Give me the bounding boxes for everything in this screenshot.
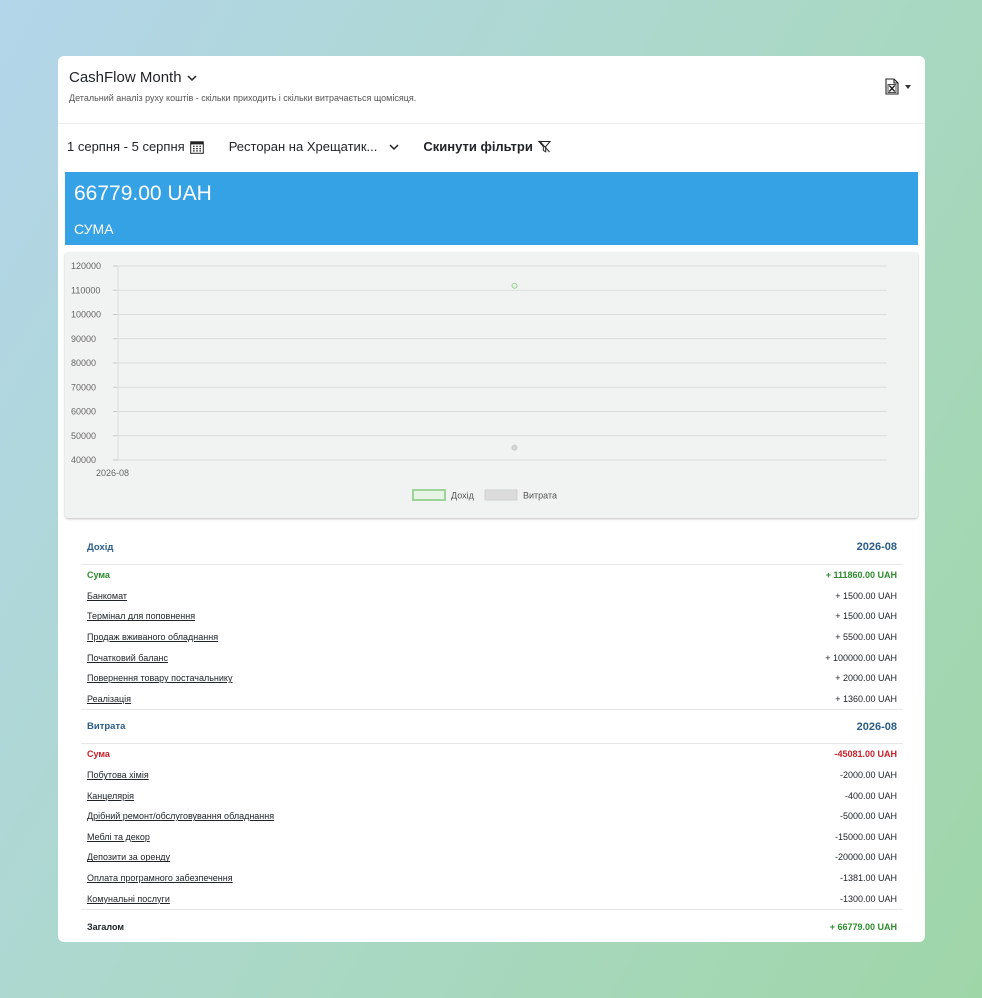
income-items: Банкомат + 1500.00 UAH Термінал для поповн… xyxy=(81,586,903,710)
total-summary-card: 66779.00 UAH СУМА xyxy=(65,172,918,245)
expense-item-value: -1300.00 UAH xyxy=(839,893,897,904)
expense-period: 2026-08 xyxy=(856,720,897,733)
income-sum-row: Сума + 111860.00 UAH xyxy=(81,565,903,586)
total-value: + 66779.00 UAH xyxy=(829,921,897,932)
expense-item-link[interactable]: Комунальні послуги xyxy=(87,894,170,904)
expense-item-row: Дрібний ремонт/обслуговування обладнання… xyxy=(81,806,903,827)
cashflow-chart: 120000 110000 100000 90000 80000 70000 60000 50… xyxy=(65,252,918,518)
income-item-value: + 1500.00 UAH xyxy=(835,611,897,622)
cashflow-report-table: Дохід 2026-08 Сума + 111860.00 UAH Банко… xyxy=(81,530,903,942)
income-title: Дохід xyxy=(87,541,114,553)
expense-item-link[interactable]: Депозити за оренду xyxy=(87,852,170,862)
restaurant-label: Ресторан на Хрещатик... xyxy=(228,139,378,154)
y-tick-label: 60000 xyxy=(71,407,96,417)
expense-item-link[interactable]: Канцелярія xyxy=(87,791,134,801)
expense-item-value: -1381.00 UAH xyxy=(839,873,897,884)
income-item-row: Початковий баланс + 100000.00 UAH xyxy=(81,647,903,668)
expense-item-value: -20000.00 UAH xyxy=(834,852,897,863)
expense-items: Побутова хімія -2000.00 UAH Канцелярія -400… xyxy=(81,765,903,909)
income-item-row: Реалізація + 1360.00 UAH xyxy=(81,689,903,710)
income-sum-label: Сума xyxy=(87,570,110,581)
expense-item-row: Побутова хімія -2000.00 UAH xyxy=(81,765,903,786)
income-item-row: Продаж вживаного обладнання + 5500.00 UAH xyxy=(81,627,903,648)
legend-swatch-income xyxy=(412,489,446,501)
income-item-link[interactable]: Банкомат xyxy=(87,591,127,601)
expense-item-value: -2000.00 UAH xyxy=(839,770,897,781)
expense-item-row: Канцелярія -400.00 UAH xyxy=(81,785,903,806)
total-row: Загалом + 66779.00 UAH xyxy=(81,908,903,942)
income-item-row: Повернення товару постачальнику + 2000.00… xyxy=(81,668,903,689)
chevron-down-icon xyxy=(389,143,399,150)
expense-section-header: Витрата 2026-08 xyxy=(81,709,903,745)
chevron-down-icon xyxy=(187,74,197,81)
filter-bar: 1 серпня - 5 серпня Ресторан на Хрещатик… xyxy=(67,139,551,154)
chart-svg: 120000 110000 100000 90000 80000 70000 60000 50… xyxy=(71,261,887,501)
expense-title: Витрата xyxy=(87,721,126,733)
expense-sum-label: Сума xyxy=(87,749,110,760)
excel-export-button[interactable] xyxy=(885,78,911,95)
legend-swatch-expense xyxy=(484,489,518,501)
total-label: Загалом xyxy=(87,921,125,932)
expense-item-value: -15000.00 UAH xyxy=(834,831,897,842)
income-item-value: + 1500.00 UAH xyxy=(835,590,897,601)
caret-down-icon xyxy=(905,84,911,89)
x-tick-label: 2026-08 xyxy=(96,468,129,478)
income-item-value: + 2000.00 UAH xyxy=(835,673,897,684)
excel-file-icon xyxy=(885,78,899,95)
y-tick-label: 90000 xyxy=(71,334,96,344)
expense-item-link[interactable]: Побутова хімія xyxy=(87,770,149,780)
filter-clear-icon xyxy=(537,140,551,153)
income-item-link[interactable]: Реалізація xyxy=(87,694,131,704)
y-tick-label: 40000 xyxy=(71,455,96,465)
date-range-filter[interactable]: 1 серпня - 5 серпня xyxy=(67,139,204,154)
data-point-income xyxy=(511,282,518,289)
restaurant-filter[interactable]: Ресторан на Хрещатик... xyxy=(229,139,401,154)
date-range-label: 1 серпня - 5 серпня xyxy=(67,139,185,154)
report-header: CashFlow Month Детальний аналіз руху кош… xyxy=(58,56,925,124)
y-tick-label: 100000 xyxy=(71,310,101,320)
summary-label: СУМА xyxy=(74,221,114,237)
summary-amount: 66779.00 UAH xyxy=(74,182,212,205)
report-card: CashFlow Month Детальний аналіз руху кош… xyxy=(58,56,925,942)
y-tick-label: 110000 xyxy=(71,285,100,295)
y-tick-label: 80000 xyxy=(71,358,96,368)
income-item-row: Банкомат + 1500.00 UAH xyxy=(81,586,903,607)
y-tick-label: 70000 xyxy=(71,382,96,392)
legend-label-expense: Витрата xyxy=(523,491,557,501)
expense-item-link[interactable]: Оплата програмного забезпечення xyxy=(87,873,233,883)
income-item-row: Термінал для поповнення + 1500.00 UAH xyxy=(81,606,903,627)
expense-item-row: Оплата програмного забезпечення -1381.00 … xyxy=(81,868,903,889)
report-title: CashFlow Month xyxy=(69,69,182,86)
income-section-header: Дохід 2026-08 xyxy=(81,530,903,565)
expense-item-link[interactable]: Дрібний ремонт/обслуговування обладнання xyxy=(87,811,274,821)
expense-item-link[interactable]: Меблі та декор xyxy=(87,832,150,842)
expense-sum-row: Сума -45081.00 UAH xyxy=(81,744,903,765)
expense-sum-value: -45081.00 UAH xyxy=(834,749,897,760)
data-point-expense xyxy=(511,444,518,451)
calendar-icon xyxy=(189,140,204,154)
income-item-link[interactable]: Повернення товару постачальнику xyxy=(87,673,232,683)
expense-item-row: Депозити за оренду -20000.00 UAH xyxy=(81,847,903,868)
legend-label-income: Дохід xyxy=(451,491,475,501)
income-item-link[interactable]: Початковий баланс xyxy=(87,653,168,663)
income-sum-value: + 111860.00 UAH xyxy=(825,570,897,581)
expense-item-value: -400.00 UAH xyxy=(844,790,897,801)
report-subtitle: Детальний аналіз руху коштів - скільки п… xyxy=(69,93,417,103)
income-item-link[interactable]: Продаж вживаного обладнання xyxy=(87,632,218,642)
income-item-value: + 5500.00 UAH xyxy=(835,632,897,643)
income-period: 2026-08 xyxy=(856,541,897,553)
reset-filters-button[interactable]: Скинути фільтри xyxy=(423,139,551,154)
income-item-value: + 100000.00 UAH xyxy=(825,652,897,663)
reset-filters-label: Скинути фільтри xyxy=(423,139,533,154)
income-item-link[interactable]: Термінал для поповнення xyxy=(87,611,195,621)
income-item-value: + 1360.00 UAH xyxy=(835,693,897,704)
y-tick-label: 120000 xyxy=(71,261,101,271)
expense-item-value: -5000.00 UAH xyxy=(839,811,897,822)
expense-item-row: Комунальні послуги -1300.00 UAH xyxy=(81,888,903,909)
expense-item-row: Меблі та декор -15000.00 UAH xyxy=(81,827,903,848)
y-tick-label: 50000 xyxy=(71,431,96,441)
report-title-dropdown[interactable]: CashFlow Month xyxy=(69,69,198,86)
